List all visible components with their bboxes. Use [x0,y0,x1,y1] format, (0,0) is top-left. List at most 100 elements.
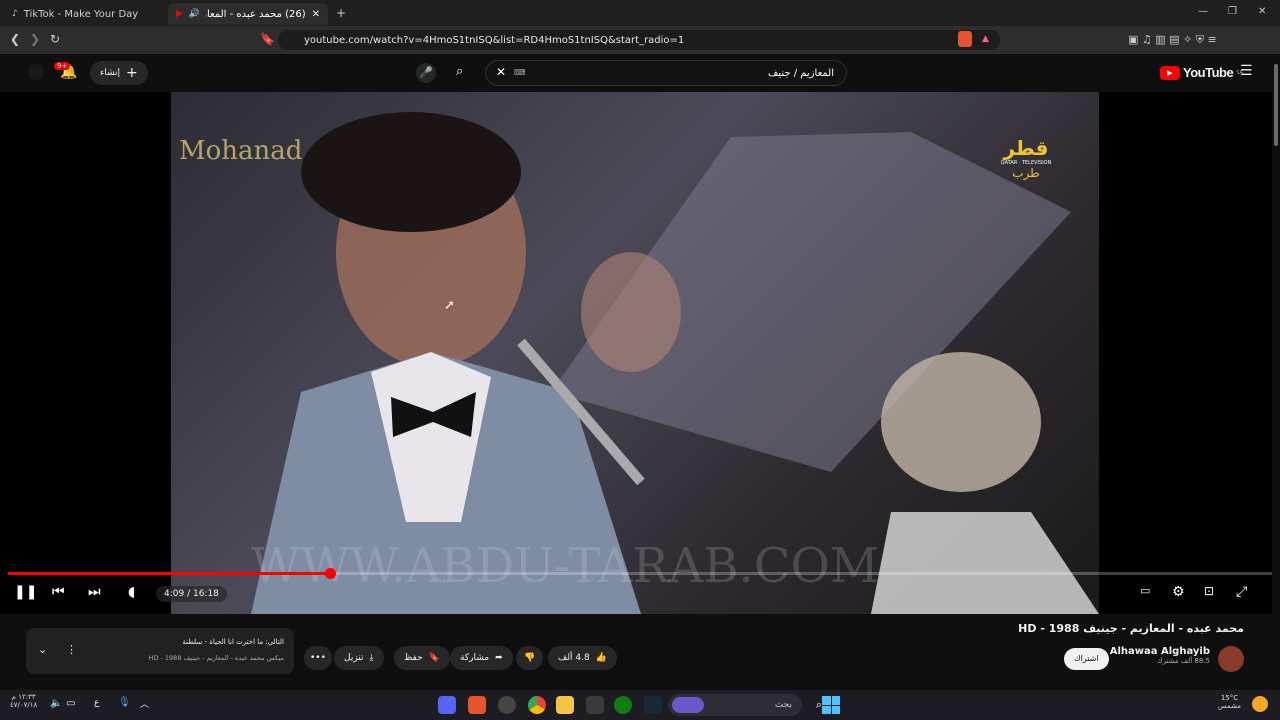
save-icon: 🔖 [428,653,440,663]
close-tab-icon[interactable]: ✕ [312,9,320,20]
download-label: تنزيل [344,653,364,663]
station-logo: قطر QATAR · TELEVISION طرب [981,136,1071,200]
plus-icon: + [126,65,138,81]
tab-tiktok[interactable]: ♪ TikTok - Make Your Day [4,3,164,25]
background-person-shape [581,252,681,372]
voice-search-icon[interactable]: 🎤 [416,63,436,83]
microphone-tray-icon[interactable]: 🎙 [118,697,131,708]
singer-hair-shape [301,112,521,232]
page-scrollbar[interactable] [1272,54,1280,690]
url-text: youtube.com/watch?v=4HmoS1tnISQ&list=RD4… [304,34,685,46]
language-indicator[interactable]: ع [94,698,99,708]
create-button[interactable]: إنشاء + [90,61,148,85]
clear-search-icon[interactable]: ✕ [496,65,506,79]
save-button[interactable]: حفظ 🔖 [394,646,450,670]
clock[interactable]: ١٢:٣٣ م ٤٧/٠٧/١٨ [10,693,37,709]
taskbar-search[interactable]: بحث ⌕ [668,694,822,716]
chevron-down-icon[interactable]: ⌄ [38,643,47,656]
theater-mode-icon[interactable]: ⊡ [1204,584,1214,598]
up-next-title: التالي: ما اخترت انا الحياة - سلطنة [182,638,284,646]
like-button[interactable]: 4.8 ألف 👍 [548,646,617,670]
brave-rewards-icon[interactable]: ▲ [982,34,989,44]
search-icon[interactable]: ⌕ [456,64,463,79]
watch-info: محمد عبده - المعازيم - جينيف 1988 - HD A… [0,614,1280,690]
menu-icon[interactable]: ☰ [1240,63,1253,79]
video-frame: Mohanad قطر QATAR · TELEVISION طرب WWW.A… [171,92,1099,614]
volume-icon[interactable]: ◖ [128,584,135,600]
more-actions-button[interactable]: ••• [304,646,332,670]
toolbar-icons[interactable]: ▣ ♫ ▥ ▤ ✧ ⛨ ≡ [1128,33,1217,47]
previous-icon[interactable]: ⏮ [52,584,65,600]
next-icon[interactable]: ⏭ [88,584,101,600]
settings-gear-icon[interactable]: ⚙ [1172,584,1185,600]
logo-text: YouTube [1183,65,1234,80]
likes-count: 4.8 ألف [558,653,590,663]
app-icon[interactable] [498,696,516,714]
search-highlight-icon [672,697,704,713]
new-tab-button[interactable]: + [336,6,346,20]
channel-avatar[interactable] [1218,646,1244,672]
progress-bar[interactable] [8,568,1272,579]
video-player[interactable]: Mohanad قطر QATAR · TELEVISION طرب WWW.A… [0,92,1280,614]
up-next-card[interactable]: ⌄ ⋮ التالي: ما اخترت انا الحياة - سلطنة … [26,628,294,674]
kebab-menu-icon[interactable]: ⋮ [66,643,77,656]
pause-icon[interactable]: ❚❚ [14,584,37,600]
reload-button[interactable]: ↻ [50,32,60,46]
file-explorer-icon[interactable] [556,696,574,714]
clock-date: ٤٧/٠٧/١٨ [10,701,38,709]
discord-icon[interactable] [438,696,456,714]
channel-name[interactable]: Alhawaa Alghayib [1100,646,1210,657]
video-title: محمد عبده - المعازيم - جينيف 1988 - HD [1018,622,1244,635]
brave-icon[interactable] [468,696,486,714]
subscribe-button[interactable]: اشتراك [1064,648,1109,670]
create-label: إنشاء [100,68,121,78]
video-scene [251,112,1099,614]
keyboard-icon[interactable]: ⌨ [514,68,526,77]
fullscreen-icon[interactable]: ⤢ [1236,584,1247,600]
youtube-header: 🔔 9+ إنشاء + 🎤 ⌕ ✕ ⌨ المعازيم / جنيف ▶ Y… [0,54,1280,92]
xbox-icon[interactable] [614,696,632,714]
tab-label: TikTok - Make Your Day [23,8,139,20]
windows-taskbar: ١٢:٣٣ م ٤٧/٠٧/١٨ 🔈 ▭ ع 🎙 ︿ بحث ⌕ 15°C مش… [0,690,1280,720]
dislike-button[interactable]: 👎 [516,646,544,670]
brave-shield-icon[interactable] [958,31,972,47]
steam-icon[interactable] [644,696,662,714]
watermark-mohanad: Mohanad [179,136,303,166]
bookmark-icon[interactable]: 🔖 [260,32,275,46]
watermark-site: WWW.ABDU-TARAB.COM [251,538,880,594]
forward-button[interactable]: ❯ [30,32,40,46]
notification-badge: 9+ [54,62,71,70]
windows-start-icon[interactable] [822,696,840,714]
avatar[interactable] [28,64,44,80]
captions-icon[interactable]: ▭ [1140,584,1150,597]
browser-address-bar: ❮ ❯ ↻ 🔖 youtube.com/watch?v=4HmoS1tnISQ&… [0,26,1280,54]
tab-youtube[interactable]: ▶ 🔊 (26) محمد عبده - المعازيم - جن ✕ [168,3,328,25]
tiktok-icon: ♪ [12,9,18,19]
download-icon: ⤓ [369,653,374,663]
clock-time: ١٢:٣٣ م [11,693,36,701]
weather-desc: مشمس [1218,702,1241,710]
tray-chevron-icon[interactable]: ︿ [140,697,149,710]
search-input[interactable]: ⌕ ✕ ⌨ المعازيم / جنيف [456,60,847,86]
url-field[interactable]: youtube.com/watch?v=4HmoS1tnISQ&list=RD4… [278,30,1000,50]
musician-head-shape [881,352,1041,492]
back-button[interactable]: ❮ [10,32,20,46]
volume-tray-icon[interactable]: 🔈 [50,698,62,709]
maximize-button[interactable]: ❐ [1228,6,1237,17]
audio-icon[interactable]: 🔊 [189,9,200,19]
youtube-logo[interactable]: ▶ YouTube SA [1160,65,1243,80]
close-window-button[interactable]: ✕ [1258,6,1266,17]
sun-icon [1252,696,1268,712]
scrollbar-thumb[interactable] [1274,64,1278,146]
tab-label: (26) محمد عبده - المعازيم - جن [206,8,306,20]
mouse-cursor-icon: ➚ [444,298,455,313]
weather-widget[interactable]: 15°C مشمس [1218,694,1241,710]
download-button[interactable]: تنزيل ⤓ [334,646,384,670]
minimize-button[interactable]: — [1198,6,1208,17]
share-button[interactable]: مشاركة ➦ [450,646,513,670]
logo-line-3: طرب [1012,166,1040,180]
battery-icon[interactable]: ▭ [66,698,75,709]
chrome-icon[interactable] [528,696,546,714]
taskbar-search-label: بحث [774,700,792,710]
store-icon[interactable] [586,696,604,714]
